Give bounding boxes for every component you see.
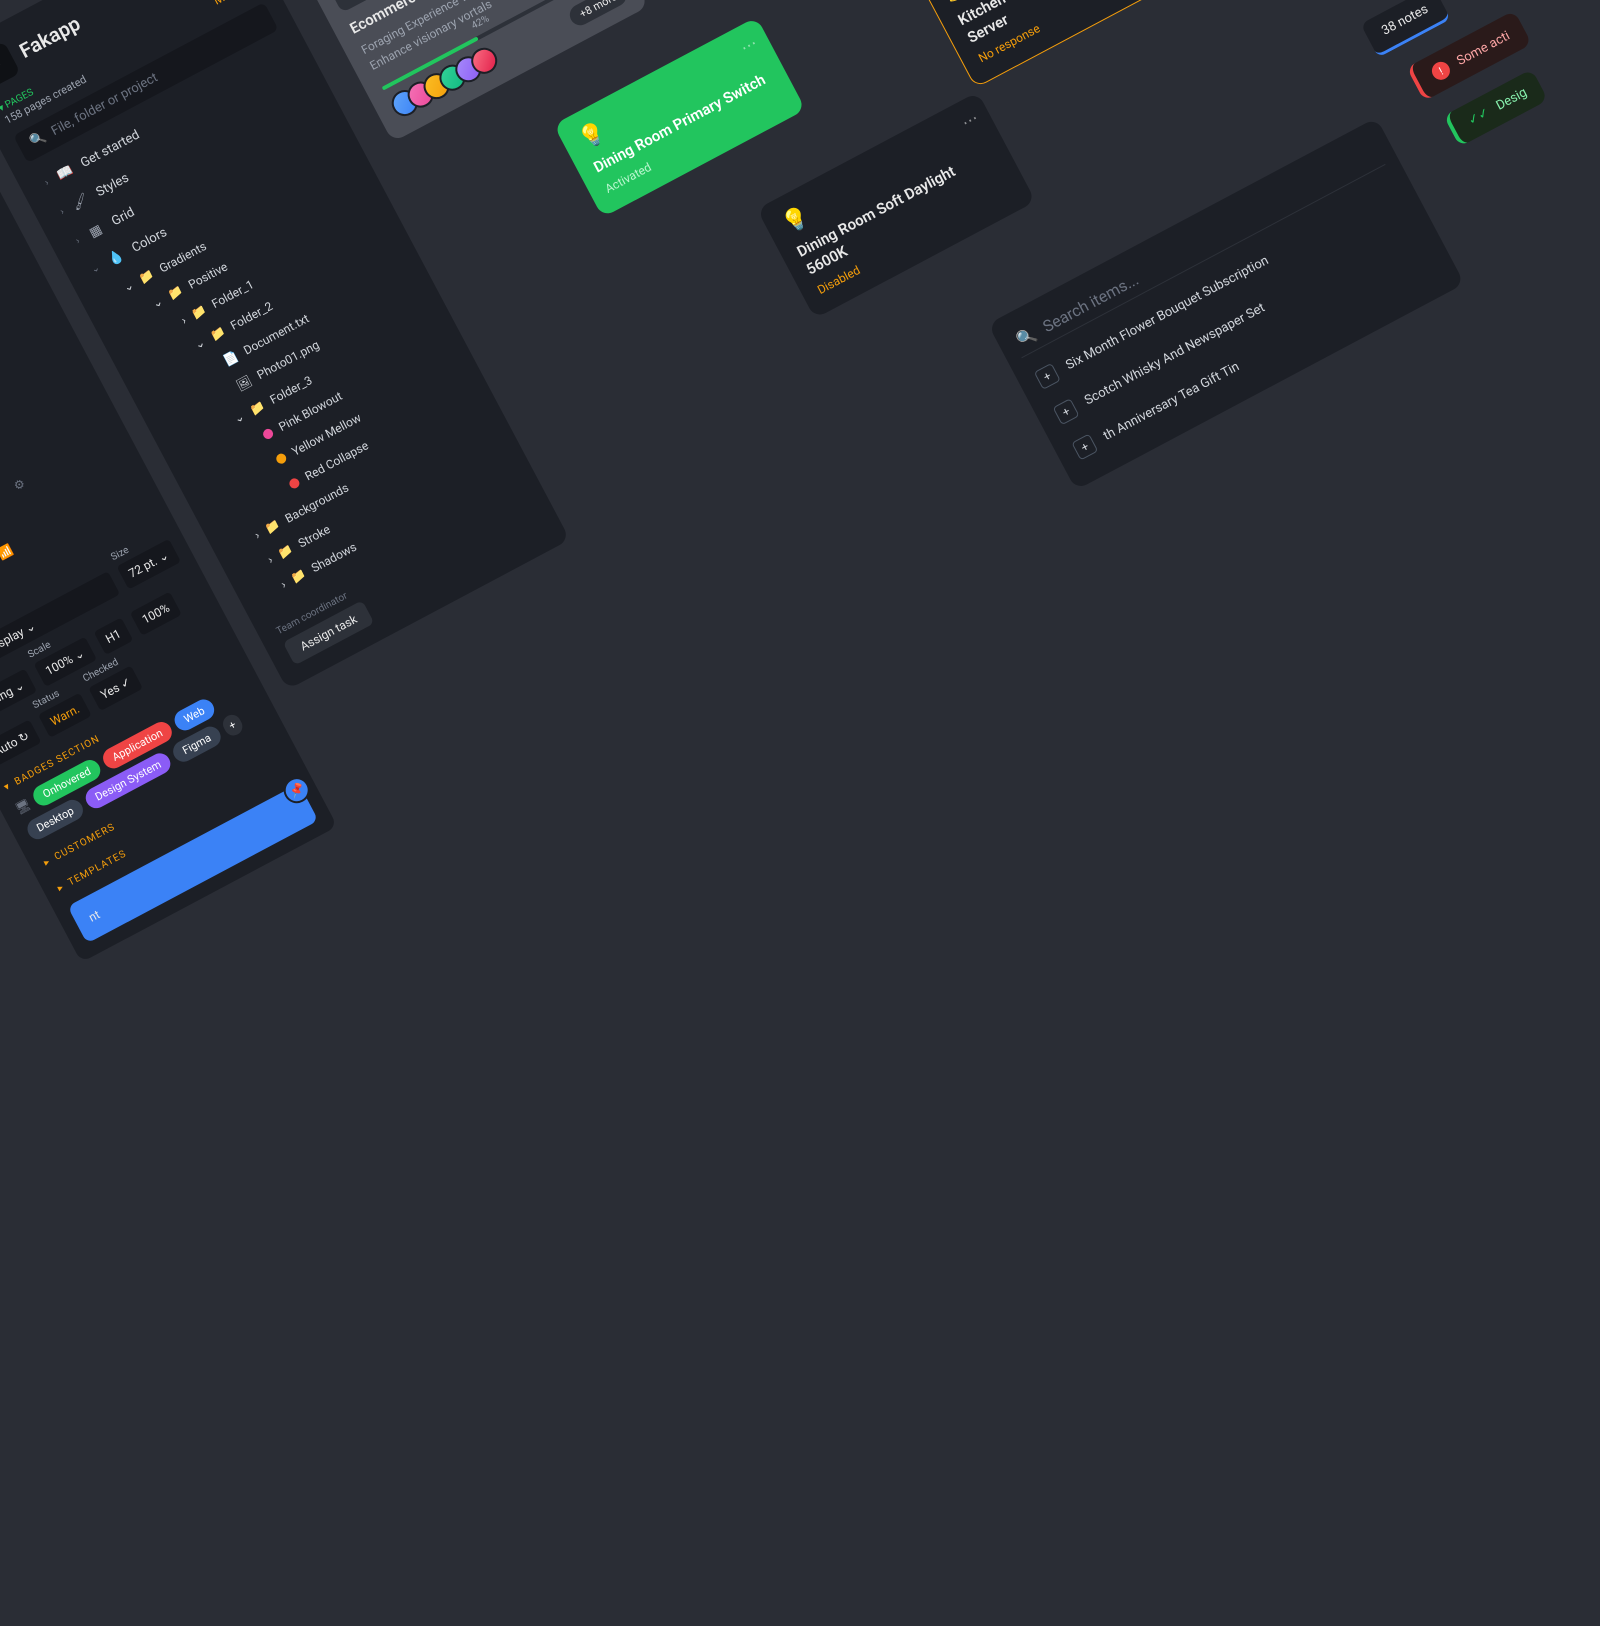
- badge-desktop[interactable]: Desktop: [24, 796, 87, 843]
- search-icon: 🔍: [28, 129, 49, 150]
- folder-icon: 📁: [247, 398, 267, 417]
- chevron-right-icon: ›: [278, 577, 288, 591]
- grid-icon: ▦: [84, 221, 107, 243]
- device-card-primary-switch[interactable]: ⋯ 💡 Dining Room Primary Switch Activated: [553, 17, 805, 217]
- mobile-icon[interactable]: 📱: [0, 483, 7, 519]
- folder-icon: 📁: [137, 267, 157, 286]
- file-icon: 📄: [221, 349, 241, 368]
- app-logo[interactable]: F: [0, 41, 21, 90]
- gear-icon[interactable]: ⚙: [3, 468, 35, 502]
- pinned-note-text: nt: [86, 907, 102, 924]
- badge-figma[interactable]: Figma: [170, 723, 225, 765]
- folder-icon: 📁: [262, 517, 282, 536]
- chevron-right-icon: ›: [179, 313, 189, 327]
- chevron-right-icon: ›: [74, 236, 82, 247]
- assign-task-button[interactable]: Assign task: [283, 600, 375, 665]
- image-icon: 🖼: [234, 373, 254, 393]
- chevron-right-icon: ›: [58, 206, 66, 217]
- chevron-down-icon: ⌄: [150, 294, 165, 311]
- notes-count-tab[interactable]: 38 notes: [1361, 0, 1452, 58]
- chevron-right-icon: ›: [43, 177, 51, 188]
- pin-icon[interactable]: 📌: [279, 773, 314, 808]
- folder-icon: 📁: [276, 542, 296, 561]
- chevron-down-icon: ⌄: [121, 278, 136, 295]
- folder-icon: 📁: [289, 567, 309, 586]
- chevron-down-icon: ⌄: [89, 262, 102, 276]
- search-icon: 🔍: [1013, 324, 1040, 350]
- add-icon[interactable]: +: [1034, 363, 1061, 390]
- display-icon: 🖥: [13, 796, 33, 816]
- book-icon: 📖: [54, 162, 77, 184]
- chevron-right-icon: ›: [265, 553, 275, 567]
- manage-link[interactable]: Manage: [211, 0, 256, 8]
- add-badge-button[interactable]: +: [220, 712, 246, 739]
- chevron-right-icon: ›: [252, 528, 262, 542]
- device-card-kitchen-battery[interactable]: △ 🔔 Kitchen Electricity Battery Server N…: [917, 0, 1197, 88]
- error-icon: !: [1429, 59, 1453, 83]
- device-card-soft-daylight[interactable]: ⋯ 💡 Dining Room Soft Daylight 5600K Disa…: [757, 92, 1036, 319]
- add-icon[interactable]: +: [1071, 433, 1098, 460]
- dropper-icon: 💧: [105, 247, 128, 269]
- double-check-icon: ✓✓: [1466, 105, 1492, 128]
- wifi-icon: 📶: [0, 534, 24, 570]
- color-swatch-pink: [261, 427, 275, 441]
- more-button[interactable]: +8 more: [567, 0, 630, 29]
- folder-icon: 📁: [208, 324, 228, 343]
- app-name: Fakapp: [15, 11, 84, 63]
- folder-icon: 📁: [166, 283, 186, 302]
- add-icon[interactable]: +: [1053, 398, 1080, 425]
- color-swatch-red: [288, 477, 302, 491]
- folder-icon: 📁: [189, 302, 209, 321]
- color-swatch-yellow: [274, 452, 288, 466]
- search-items-panel: 🔍 Search items... +Six Month Flower Bouq…: [988, 118, 1465, 491]
- chevron-down-icon: ⌄: [192, 335, 207, 352]
- chevron-down-icon: ⌄: [231, 409, 246, 426]
- brush-icon: 🖌: [69, 192, 92, 214]
